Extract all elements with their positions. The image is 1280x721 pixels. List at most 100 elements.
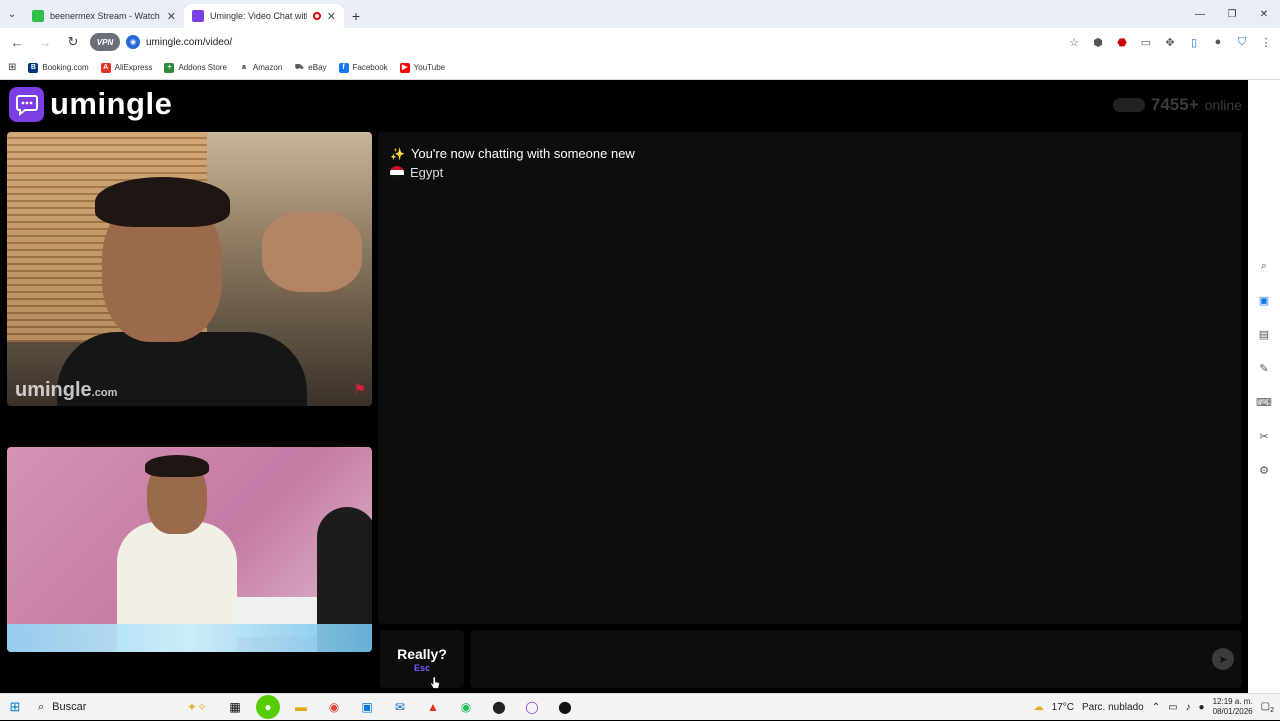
close-window-icon[interactable]: ✕	[1248, 0, 1280, 28]
bookmark-label: YouTube	[413, 63, 446, 72]
extensions-puzzle-icon[interactable]: ✥	[1162, 34, 1178, 50]
chat-panel: ✨ You're now chatting with someone new E…	[378, 132, 1242, 624]
bookmark-label: Addons Store	[178, 63, 227, 72]
tools-icon[interactable]: ✂	[1256, 428, 1272, 444]
store-icon[interactable]: ▣	[355, 695, 379, 719]
bookmark-booking[interactable]: B Booking.com	[28, 62, 89, 73]
notification-icon[interactable]: ▢2	[1261, 701, 1274, 714]
games-icon[interactable]: ⌨	[1256, 394, 1272, 410]
local-video	[7, 447, 372, 652]
spotify-icon[interactable]: ◉	[454, 695, 478, 719]
report-flag-icon[interactable]: ⚑	[353, 381, 366, 398]
chrome-icon[interactable]: ◉	[322, 695, 346, 719]
new-tab-button[interactable]: +	[344, 4, 368, 28]
egypt-flag-icon	[390, 165, 404, 180]
back-icon[interactable]: ←	[6, 31, 28, 53]
network-icon[interactable]: ▭	[1168, 702, 1177, 713]
copilot-chat-icon[interactable]: ▣	[1256, 292, 1272, 308]
bookmark-label: AliExpress	[114, 63, 153, 72]
skip-confirm-button[interactable]: Really? Esc	[380, 630, 464, 688]
windows-start-icon[interactable]: ⊞	[0, 694, 30, 721]
umingle-watermark: umingle.com	[15, 379, 117, 402]
search-icon: ⌕	[38, 700, 45, 713]
sidebar-toggle-icon[interactable]: ▯	[1186, 34, 1202, 50]
tray-chevron-icon[interactable]: ⌃	[1152, 702, 1160, 713]
clock-date: 08/01/2026	[1212, 707, 1253, 716]
theme-toggle[interactable]	[1112, 98, 1145, 112]
minimize-icon[interactable]: —	[1184, 0, 1216, 28]
ublock-icon[interactable]: ⬣	[1114, 34, 1130, 50]
tab-search-chevron-icon[interactable]: ⌄	[0, 0, 24, 28]
more-menu-icon[interactable]: ⋮	[1258, 34, 1274, 50]
umingle-page: umingle 7455+ online umingle.com ⚑ ✨ You…	[0, 80, 1248, 693]
extension-icons: ☆ ⬢ ⬣ ▭ ✥ ▯ ● ⛉ ⋮	[1066, 34, 1274, 50]
bookmark-youtube[interactable]: ▶ YouTube	[399, 62, 446, 73]
notes-icon[interactable]: ✎	[1256, 360, 1272, 376]
bookmark-amazon[interactable]: a Amazon	[238, 62, 283, 73]
extension-shield-icon[interactable]: ⬢	[1090, 34, 1106, 50]
vpn-badge[interactable]: VPN	[90, 33, 120, 51]
close-tab-icon[interactable]: ✕	[167, 10, 176, 23]
notification-count: 2	[1270, 706, 1274, 714]
clock[interactable]: 12:19 a. m. 08/01/2026	[1213, 697, 1253, 717]
opera-icon[interactable]: ◯	[520, 695, 544, 719]
office-icon[interactable]: ▤	[1256, 326, 1272, 342]
recorder-icon[interactable]: ⬤	[487, 695, 511, 719]
bookmark-star-icon[interactable]: ☆	[1066, 34, 1082, 50]
skip-confirm-label: Really?	[397, 645, 447, 662]
bookmark-aliexpress[interactable]: A AliExpress	[100, 62, 153, 73]
message-input[interactable]: ➤	[470, 630, 1242, 688]
url-field[interactable]: umingle.com/video/	[146, 37, 1060, 48]
booking-icon: B	[28, 62, 39, 73]
volume-icon[interactable]: ♪	[1186, 702, 1191, 713]
tab-umingle[interactable]: Umingle: Video Chat with Str ✕	[184, 4, 344, 28]
online-count: 7455+	[1150, 95, 1199, 114]
task-view-icon[interactable]: ▦	[223, 695, 247, 719]
map-pin-icon[interactable]: ⬤	[553, 695, 577, 719]
person-hair	[145, 455, 209, 477]
security-shield-icon[interactable]: ⛉	[1234, 34, 1250, 50]
customize-sidebar-icon[interactable]: ⚙	[1256, 462, 1272, 478]
profile-icon[interactable]: ●	[1210, 34, 1226, 50]
reload-icon[interactable]: ↻	[62, 31, 84, 53]
weather-icon[interactable]: ☁	[1034, 702, 1044, 713]
country-name: Egypt	[410, 165, 444, 180]
tab-bar: ⌄ beenermex Stream - Watch Live ✕ Umingl…	[0, 0, 1280, 28]
facebook-icon: f	[338, 62, 349, 73]
bookmark-label: Amazon	[252, 63, 283, 72]
bookmark-facebook[interactable]: f Facebook	[338, 62, 388, 73]
umingle-logo[interactable]: umingle	[9, 86, 172, 122]
sparkles-icon: ✨	[390, 146, 405, 161]
recording-indicator-icon	[312, 12, 321, 20]
duolingo-icon[interactable]: ●	[256, 695, 280, 719]
partner-country: Egypt	[390, 165, 1230, 180]
close-tab-icon[interactable]: ✕	[327, 10, 336, 23]
video-extension-icon[interactable]: ▭	[1138, 34, 1154, 50]
chat-bubble-logo-icon	[9, 86, 44, 122]
browser-sidebar: ⌕ ▣ ▤ ✎ ⌨ ✂ ⚙	[1248, 80, 1280, 693]
search-icon[interactable]: ⌕	[1256, 258, 1272, 274]
system-tray: ☁ 17°C Parc. nublado ⌃ ▭ ♪ ● 12:19 a. m.…	[1034, 697, 1280, 717]
aliexpress-icon: A	[100, 62, 111, 73]
outlook-icon[interactable]: ✉	[388, 695, 412, 719]
umingle-favicon-icon	[192, 10, 204, 22]
addons-store-icon: +	[164, 62, 175, 73]
bookmark-addons-store[interactable]: + Addons Store	[164, 62, 227, 73]
tab-beenermex[interactable]: beenermex Stream - Watch Live ✕	[24, 4, 184, 28]
search-highlight-icon: ✦✧	[186, 700, 207, 714]
bookmark-ebay[interactable]: ⛟ eBay	[294, 62, 327, 73]
file-explorer-icon[interactable]: ▬	[289, 695, 313, 719]
person-hand	[262, 212, 362, 292]
bookmarks-bar: ⊞ B Booking.com A AliExpress + Addons Store…	[0, 56, 1280, 80]
forward-icon[interactable]: →	[34, 31, 56, 53]
screen-glow	[7, 624, 372, 652]
windows-taskbar: ⊞ ⌕ Buscar ✦✧ ▦ ● ▬ ◉ ▣ ✉ ▲ ◉ ⬤ ◯ ⬤ ☁ 17…	[0, 693, 1280, 720]
microphone-icon[interactable]: ●	[1199, 702, 1205, 713]
acrobat-icon[interactable]: ▲	[421, 695, 445, 719]
taskbar-search[interactable]: ⌕ Buscar ✦✧	[30, 694, 215, 721]
send-icon[interactable]: ➤	[1212, 648, 1234, 670]
esc-hint: Esc	[413, 662, 430, 673]
apps-grid-icon[interactable]: ⊞	[8, 62, 16, 73]
site-info-icon[interactable]: ◉	[126, 35, 140, 49]
restore-icon[interactable]: ❐	[1216, 0, 1248, 28]
